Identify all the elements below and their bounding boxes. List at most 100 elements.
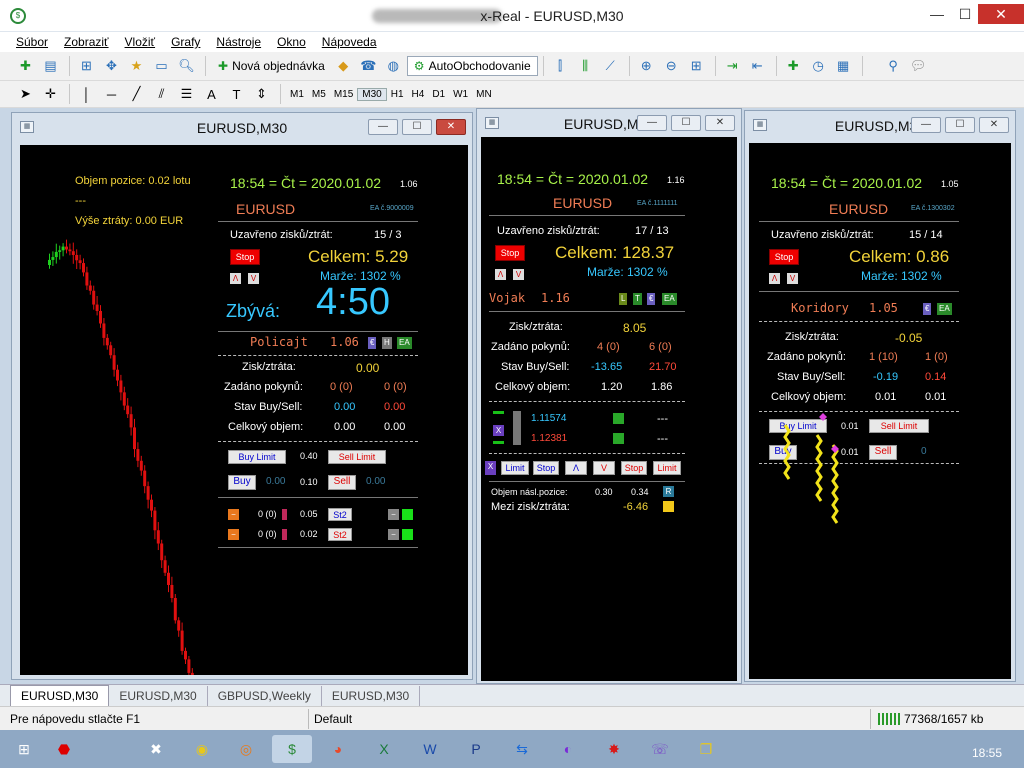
zoom-in-icon[interactable]: ⊕ <box>635 55 658 77</box>
viber-icon[interactable]: ☏ <box>640 735 680 763</box>
tag-l[interactable]: L <box>619 293 628 305</box>
menu-view[interactable]: Zobraziť <box>56 35 117 49</box>
tile-windows-icon[interactable]: ⊞ <box>685 55 708 77</box>
metaeditor-icon[interactable]: ◆ <box>332 55 355 77</box>
close-button[interactable]: ✕ <box>978 4 1024 24</box>
firefox-icon[interactable]: ◎ <box>226 735 266 763</box>
timeframe-h1[interactable]: H1 <box>387 89 408 100</box>
menu-window[interactable]: Okno <box>269 35 314 49</box>
menu-insert[interactable]: Vložiť <box>117 35 164 49</box>
timeframe-m5[interactable]: M5 <box>308 89 330 100</box>
sell-button[interactable]: Sell <box>869 445 897 460</box>
chart-close-button[interactable]: ✕ <box>979 117 1009 133</box>
row1-st2-button[interactable]: St2 <box>328 508 352 521</box>
sell-stop-small-button[interactable]: Stop <box>621 461 647 475</box>
arrows-icon[interactable]: ⇕ <box>250 83 273 105</box>
sell-button[interactable]: Sell <box>328 475 356 490</box>
chart-window-3[interactable]: ▦ EURUSD,M30 — ☐ ✕ 18:54 = Čt = 2020.01.… <box>744 110 1016 682</box>
sell-limit-button[interactable]: Sell Limit <box>328 450 386 464</box>
buy-limit-small-button[interactable]: Limit <box>501 461 529 475</box>
menu-tools[interactable]: Nástroje <box>208 35 269 49</box>
bar-chart-icon[interactable]: ⫿ <box>549 55 572 77</box>
row2-minus-button[interactable]: − <box>228 529 239 540</box>
app-p-icon[interactable]: P <box>456 735 496 763</box>
stop-button[interactable]: Stop <box>769 249 799 265</box>
stop-button[interactable]: Stop <box>495 245 525 261</box>
row2-gray-button[interactable]: − <box>388 529 399 540</box>
app-circle-icon[interactable]: ◐ <box>548 735 588 763</box>
timeframe-w1[interactable]: W1 <box>449 89 472 100</box>
chart-maximize-button[interactable]: ☐ <box>402 119 432 135</box>
tab-gbpusd-weekly[interactable]: GBPUSD,Weekly <box>208 686 322 706</box>
chart-close-button[interactable]: ✕ <box>705 115 735 131</box>
tab-eurusd-m30-2[interactable]: EURUSD,M30 <box>109 686 208 706</box>
timeframe-m15[interactable]: M15 <box>330 89 357 100</box>
reset-button[interactable]: R <box>663 486 674 497</box>
buy-stop-small-button[interactable]: Stop <box>533 461 559 475</box>
chart-minimize-button[interactable]: — <box>911 117 941 133</box>
up-arrow-button[interactable]: Λ <box>495 269 506 280</box>
menu-file[interactable]: Súbor <box>8 35 56 49</box>
channel-icon[interactable]: ⫽ <box>150 83 173 105</box>
timeframe-mn[interactable]: MN <box>472 89 496 100</box>
new-order-button[interactable]: ✚ Nová objednávka <box>211 56 332 76</box>
chart-window-3-titlebar[interactable]: ▦ EURUSD,M30 — ☐ ✕ <box>745 111 1015 141</box>
chart-window-1-titlebar[interactable]: ▦ EURUSD,M30 — ☐ ✕ <box>12 113 472 143</box>
navigator-icon[interactable]: ★ <box>125 55 148 77</box>
profiles-icon[interactable]: ▤ <box>39 55 62 77</box>
menu-charts[interactable]: Grafy <box>163 35 208 49</box>
buy-limit-button[interactable]: Buy Limit <box>228 450 286 464</box>
stop-button[interactable]: Stop <box>230 249 260 265</box>
app-star-icon[interactable]: ✸ <box>594 735 634 763</box>
zoom-out-icon[interactable]: ⊖ <box>660 55 683 77</box>
tag-ea[interactable]: EA <box>397 337 412 349</box>
terminal-icon[interactable]: ▭ <box>150 55 173 77</box>
row2-st2-button[interactable]: St2 <box>328 528 352 541</box>
chart-shift-icon[interactable]: ⇤ <box>746 55 769 77</box>
crosshair-icon[interactable]: ✛ <box>39 83 62 105</box>
text-icon[interactable]: A <box>200 83 223 105</box>
market-icon[interactable]: ◍ <box>382 55 405 77</box>
fibonacci-icon[interactable]: ☰ <box>175 83 198 105</box>
chart-window-1[interactable]: ▦ EURUSD,M30 — ☐ ✕ Objem pozice: 0.02 lo… <box>11 112 473 680</box>
trading-app-icon[interactable]: $ <box>272 735 312 763</box>
app-x-icon[interactable]: ✖ <box>136 735 176 763</box>
start-button[interactable]: ⊞ <box>4 735 44 763</box>
up-arrow-button[interactable]: Λ <box>230 273 241 284</box>
down-arrow-button[interactable]: V <box>248 273 259 284</box>
chart-minimize-button[interactable]: — <box>637 115 667 131</box>
candlestick-icon[interactable]: ⫼ <box>574 55 597 77</box>
buy-up-button[interactable]: Λ <box>565 461 587 475</box>
line-chart-icon[interactable]: ⟋ <box>599 55 622 77</box>
chart-maximize-button[interactable]: ☐ <box>671 115 701 131</box>
timeframe-m30[interactable]: M30 <box>357 87 387 101</box>
periods-icon[interactable]: ◷ <box>807 55 830 77</box>
tag-euro[interactable]: € <box>647 293 656 305</box>
chart-canvas-2[interactable]: 18:54 = Čt = 2020.01.02 1.16 EURUSD EA č… <box>481 137 737 681</box>
chart-canvas-1[interactable]: Objem pozice: 0.02 lotu --- Výše ztráty:… <box>20 145 468 675</box>
search-icon[interactable]: ⚲ <box>882 55 905 77</box>
tag-euro[interactable]: € <box>368 337 377 349</box>
excel-icon[interactable]: X <box>364 735 404 763</box>
menu-help[interactable]: Nápoveda <box>314 35 385 49</box>
sell-down-button[interactable]: V <box>593 461 615 475</box>
chrome-icon[interactable]: ◕ <box>318 735 358 763</box>
maximize-button[interactable]: ☐ <box>950 4 980 24</box>
timeframe-d1[interactable]: D1 <box>428 89 449 100</box>
signals-icon[interactable]: ☎ <box>357 55 380 77</box>
tag-h[interactable]: H <box>382 337 392 349</box>
chart-window-2[interactable]: ▦ EURUSD,M30 — ☐ ✕ 18:54 = Čt = 2020.01.… <box>476 108 742 684</box>
chart-close-button[interactable]: ✕ <box>436 119 466 135</box>
x-close-button[interactable]: X <box>485 461 496 475</box>
timeframe-m1[interactable]: M1 <box>286 89 308 100</box>
x-button[interactable]: X <box>493 425 504 436</box>
down-arrow-button[interactable]: V <box>513 269 524 280</box>
scroll-slider[interactable] <box>513 411 521 445</box>
sell-limit-small-button[interactable]: Limit <box>653 461 681 475</box>
tester-icon[interactable]: 🔍︎ <box>175 55 198 77</box>
new-chart-icon[interactable]: ✚ <box>14 55 37 77</box>
globe-icon[interactable]: ◉ <box>182 735 222 763</box>
timeframe-h4[interactable]: H4 <box>408 89 429 100</box>
auto-trading-button[interactable]: ⚙ AutoObchodovanie <box>406 56 538 76</box>
horizontal-line-icon[interactable]: ─ <box>100 83 123 105</box>
